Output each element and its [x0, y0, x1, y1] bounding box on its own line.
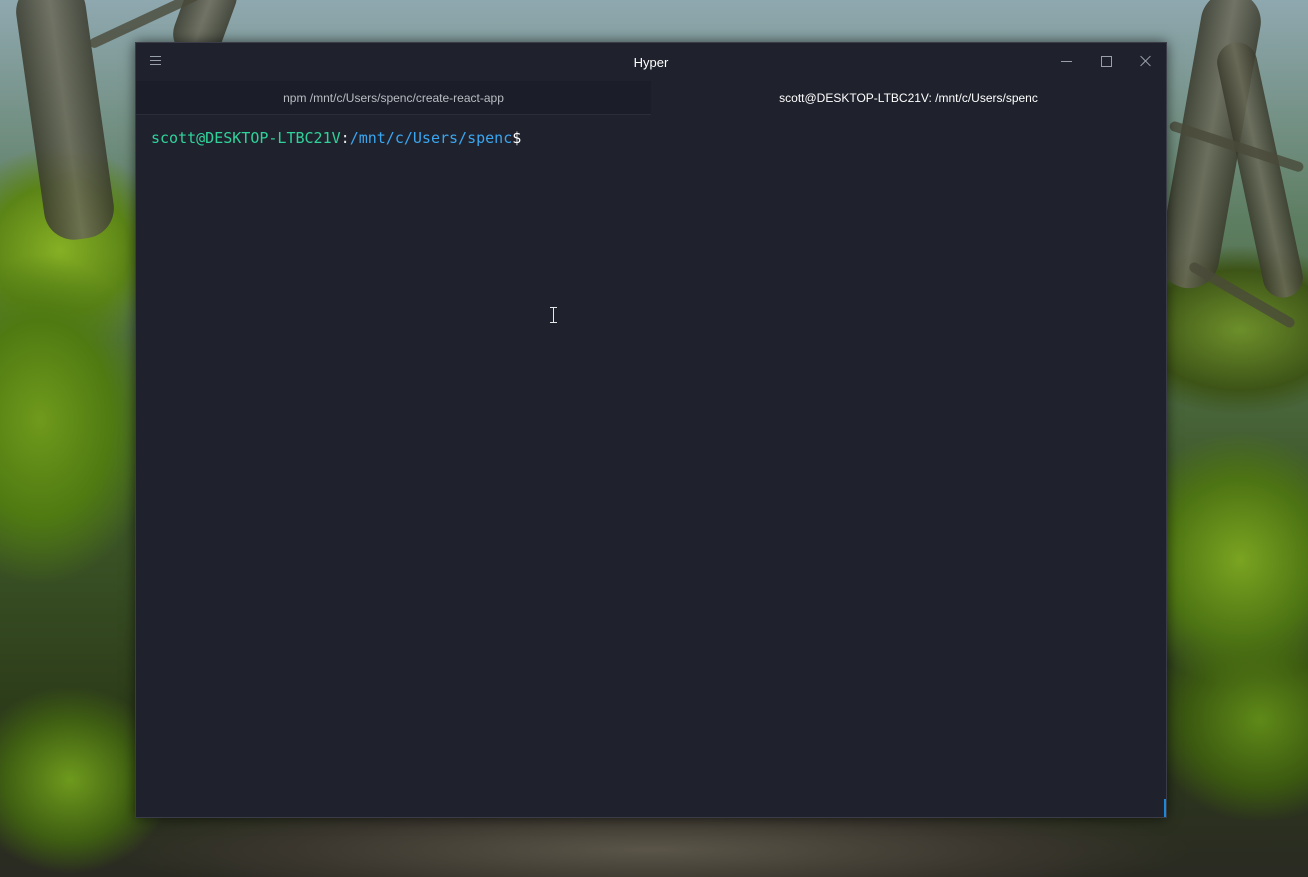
prompt-line: scott@DESKTOP-LTBC21V:/mnt/c/Users/spenc…	[151, 129, 1151, 147]
scroll-indicator[interactable]	[1164, 799, 1166, 817]
tab-bar: npm /mnt/c/Users/spenc/create-react-app …	[136, 81, 1166, 115]
hyper-window: Hyper npm /mnt/c/Users/spenc/create-reac…	[135, 42, 1167, 818]
tab-scott-shell[interactable]: scott@DESKTOP-LTBC21V: /mnt/c/Users/spen…	[651, 81, 1166, 115]
window-title: Hyper	[633, 55, 669, 70]
prompt-separator: :	[340, 129, 350, 147]
title-bar[interactable]: Hyper	[136, 43, 1166, 81]
window-controls	[1046, 43, 1166, 81]
minimize-button[interactable]	[1046, 43, 1086, 79]
tab-npm-create-react-app[interactable]: npm /mnt/c/Users/spenc/create-react-app	[136, 81, 651, 115]
minimize-icon	[1061, 61, 1072, 62]
close-button[interactable]	[1126, 43, 1166, 79]
maximize-icon	[1101, 56, 1112, 67]
prompt-user: scott@DESKTOP-LTBC21V	[151, 129, 341, 147]
terminal-pane[interactable]: scott@DESKTOP-LTBC21V:/mnt/c/Users/spenc…	[136, 115, 1166, 817]
close-icon	[1140, 55, 1152, 67]
maximize-button[interactable]	[1086, 43, 1126, 79]
text-cursor-icon	[550, 307, 557, 323]
prompt-path: /mnt/c/Users/spenc	[349, 129, 513, 147]
prompt-symbol: $	[512, 129, 522, 147]
